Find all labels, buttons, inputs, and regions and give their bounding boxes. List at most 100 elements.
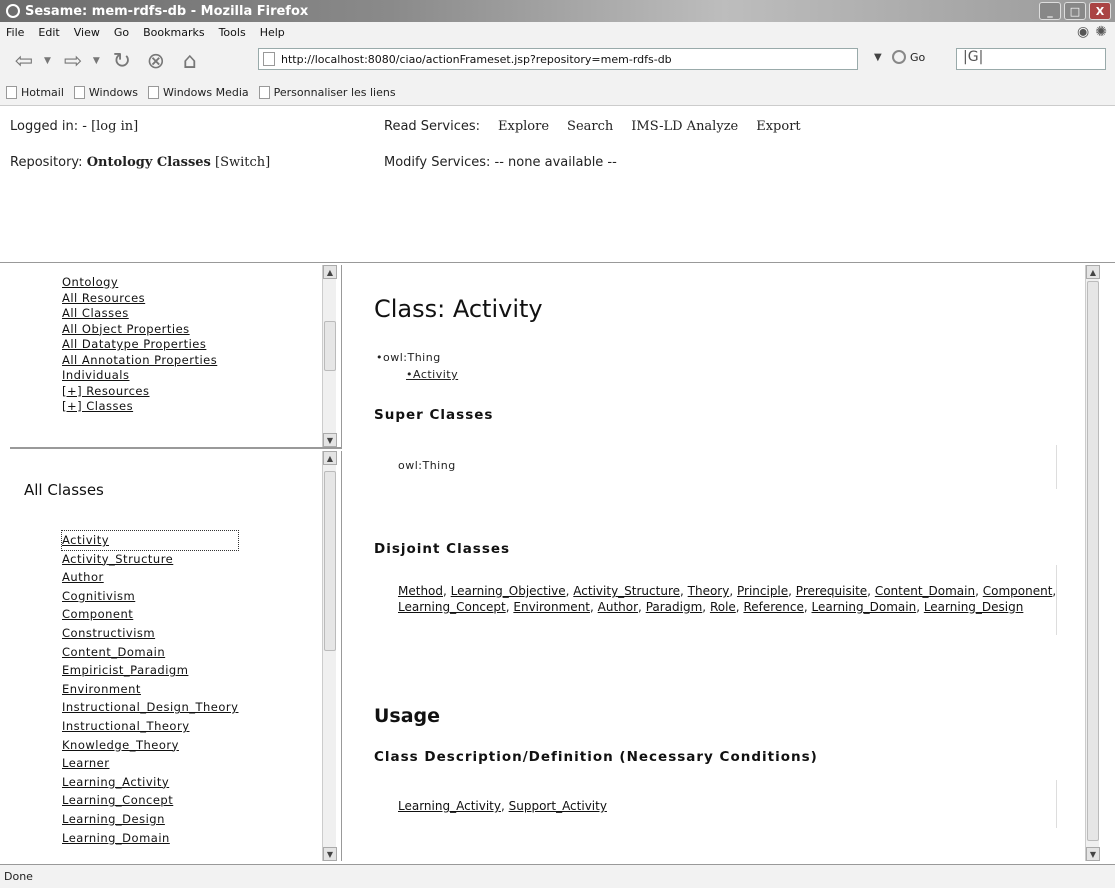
go-button[interactable]: Go (892, 50, 925, 64)
nav-link-all-datatype-properties[interactable]: All Datatype Properties (62, 337, 217, 353)
throbber-area: ◉ ✺ (1077, 24, 1107, 40)
back-dropdown-icon[interactable]: ▼ (44, 56, 51, 66)
nav-link-classes-tree[interactable]: [+] Classes (62, 399, 217, 415)
search-input[interactable]: |G| (956, 48, 1106, 70)
classes-frame-scrollbar[interactable]: ▲ ▼ (322, 451, 337, 861)
forward-button[interactable]: ⇨ (59, 47, 87, 75)
disjoint-link[interactable]: Environment (513, 600, 590, 614)
bookmark-personnaliser[interactable]: Personnaliser les liens (258, 86, 396, 99)
disjoint-link[interactable]: Theory (688, 584, 730, 598)
class-item[interactable]: Empiricist_Paradigm (62, 661, 238, 680)
scroll-down-arrow-icon[interactable]: ▼ (323, 847, 337, 861)
switch-link[interactable]: [Switch] (215, 155, 270, 170)
close-button[interactable]: X (1089, 2, 1111, 20)
menu-bookmarks[interactable]: Bookmarks (143, 26, 204, 39)
disjoint-link[interactable]: Component (983, 584, 1053, 598)
disjoint-link[interactable]: Method (398, 584, 443, 598)
minimize-button[interactable]: _ (1039, 2, 1061, 20)
nav-link-individuals[interactable]: Individuals (62, 368, 217, 384)
class-item[interactable]: Learning_Concept (62, 791, 238, 810)
forward-dropdown-icon[interactable]: ▼ (93, 56, 100, 66)
repository-label: Repository: (10, 155, 83, 170)
necessary-link[interactable]: Learning_Activity (398, 799, 501, 813)
disjoint-link[interactable]: Learning_Concept (398, 600, 506, 614)
class-item[interactable]: Learning_Domain (62, 829, 238, 848)
class-item[interactable]: Content_Domain (62, 643, 238, 662)
search-link[interactable]: Search (567, 119, 613, 134)
disjoint-link[interactable]: Paradigm (646, 600, 703, 614)
back-button[interactable]: ⇦ (10, 47, 38, 75)
nav-link-all-classes[interactable]: All Classes (62, 306, 217, 322)
class-list: Activity Activity_Structure Author Cogni… (60, 530, 240, 848)
nav-link-all-annotation-properties[interactable]: All Annotation Properties (62, 353, 217, 369)
super-classes-heading: Super Classes (374, 407, 494, 423)
modify-services: Modify Services: -- none available -- (384, 155, 617, 170)
usage-heading: Usage (374, 705, 441, 727)
class-item-activity[interactable]: Activity (60, 530, 240, 551)
imsld-analyze-link[interactable]: IMS-LD Analyze (631, 119, 738, 134)
url-dropdown-icon[interactable]: ▼ (874, 52, 882, 63)
class-item[interactable]: Instructional_Theory (62, 717, 238, 736)
nav-link-resources-tree[interactable]: [+] Resources (62, 384, 217, 400)
necessary-link[interactable]: Support_Activity (509, 799, 607, 813)
disjoint-link[interactable]: Principle (737, 584, 788, 598)
class-item[interactable]: Cognitivism (62, 587, 238, 606)
class-item[interactable]: Learning_Activity (62, 773, 238, 792)
menu-go[interactable]: Go (114, 26, 129, 39)
bookmark-page-icon (73, 86, 85, 99)
menu-help[interactable]: Help (260, 26, 285, 39)
nav-link-all-resources[interactable]: All Resources (62, 291, 217, 307)
repository-row: Repository: Ontology Classes [Switch] (10, 155, 270, 170)
menu-view[interactable]: View (74, 26, 100, 39)
maximize-button[interactable]: □ (1064, 2, 1086, 20)
disjoint-link[interactable]: Learning_Domain (812, 600, 917, 614)
go-icon (892, 50, 906, 64)
stop-button[interactable]: ⊗ (142, 47, 170, 75)
class-item[interactable]: Knowledge_Theory (62, 736, 238, 755)
bookmark-label: Personnaliser les liens (273, 86, 396, 99)
disjoint-link[interactable]: Role (710, 600, 736, 614)
modify-services-label: Modify Services: (384, 155, 491, 170)
menu-edit[interactable]: Edit (38, 26, 59, 39)
export-link[interactable]: Export (756, 119, 800, 134)
menu-file[interactable]: File (6, 26, 24, 39)
content-scrollbar[interactable]: ▲ ▼ (1085, 265, 1100, 861)
scroll-down-arrow-icon[interactable]: ▼ (1086, 847, 1100, 861)
bookmark-windows-media[interactable]: Windows Media (148, 86, 249, 99)
nav-frame-scrollbar[interactable]: ▲ ▼ (322, 265, 337, 447)
home-button[interactable]: ⌂ (176, 47, 204, 75)
class-item[interactable]: Activity_Structure (62, 550, 238, 569)
disjoint-link[interactable]: Content_Domain (875, 584, 975, 598)
bookmark-windows[interactable]: Windows (73, 86, 138, 99)
disjoint-link[interactable]: Learning_Objective (451, 584, 566, 598)
modify-services-value: -- none available -- (494, 155, 617, 170)
scroll-down-arrow-icon[interactable]: ▼ (323, 433, 337, 447)
class-item[interactable]: Author (62, 568, 238, 587)
class-item[interactable]: Component (62, 605, 238, 624)
url-bar[interactable]: http://localhost:8080/ciao/actionFramese… (258, 48, 858, 70)
class-item[interactable]: Constructivism (62, 624, 238, 643)
scroll-thumb[interactable] (324, 321, 336, 371)
scroll-thumb[interactable] (324, 471, 336, 651)
disjoint-link[interactable]: Learning_Design (924, 600, 1024, 614)
disjoint-link[interactable]: Activity_Structure (573, 584, 680, 598)
reload-button[interactable]: ↻ (108, 47, 136, 75)
disjoint-link[interactable]: Prerequisite (796, 584, 867, 598)
scroll-thumb[interactable] (1087, 281, 1099, 841)
class-item[interactable]: Learner (62, 754, 238, 773)
nav-link-all-object-properties[interactable]: All Object Properties (62, 322, 217, 338)
scroll-up-arrow-icon[interactable]: ▲ (323, 451, 337, 465)
scroll-up-arrow-icon[interactable]: ▲ (323, 265, 337, 279)
disjoint-link[interactable]: Reference (743, 600, 803, 614)
nav-link-ontology[interactable]: Ontology (62, 275, 217, 291)
class-item[interactable]: Learning_Design (62, 810, 238, 829)
class-item[interactable]: Instructional_Design_Theory (62, 698, 238, 717)
tree-child-link[interactable]: •Activity (406, 368, 458, 381)
menu-tools[interactable]: Tools (219, 26, 246, 39)
bookmark-hotmail[interactable]: Hotmail (6, 86, 64, 99)
scroll-up-arrow-icon[interactable]: ▲ (1086, 265, 1100, 279)
explore-link[interactable]: Explore (498, 119, 549, 134)
class-item[interactable]: Environment (62, 680, 238, 699)
login-link[interactable]: [log in] (91, 119, 138, 134)
disjoint-link[interactable]: Author (598, 600, 638, 614)
